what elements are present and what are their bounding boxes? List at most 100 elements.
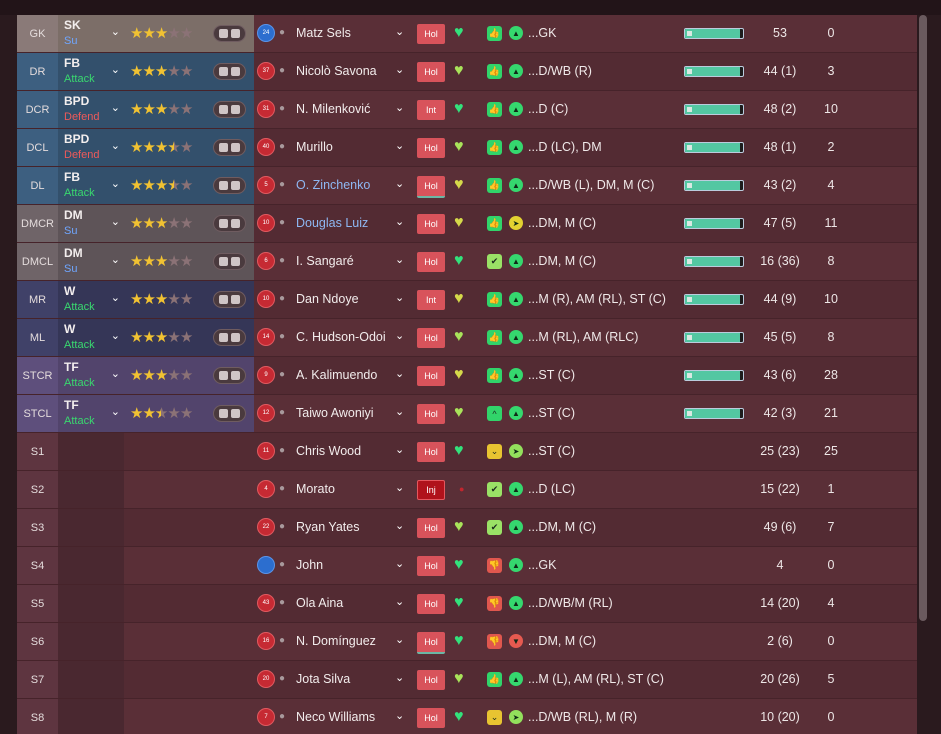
chevron-down-icon[interactable]: ⌄ (111, 367, 120, 380)
chevron-down-icon[interactable]: ⌄ (111, 101, 120, 114)
player-toggle-icon[interactable] (213, 291, 246, 308)
table-row[interactable]: S6 16 ● N. Domínguez ⌄ Hol ♥ 👎 ▼ ...DM, M (C) 2 (6… (17, 623, 917, 661)
player-name[interactable]: Dan Ndoye (296, 292, 359, 306)
status-badge[interactable]: Hol (417, 594, 445, 614)
position-cell[interactable]: S1 (17, 433, 58, 470)
role-cell[interactable] (58, 699, 124, 734)
status-badge[interactable]: Hol (417, 632, 445, 654)
table-row[interactable]: DLFBAttack⌄★★★★★5●O. Zinchenko⌄Hol♥👍▲...… (17, 167, 917, 205)
status-badge[interactable]: Int (417, 290, 445, 310)
position-cell[interactable]: DL (17, 167, 58, 204)
chevron-down-icon[interactable]: ⌄ (395, 709, 404, 722)
table-row[interactable]: S5 43 ● Ola Aina ⌄ Hol ♥ 👎 ▲ ...D/WB/M (RL) 14 (20… (17, 585, 917, 623)
position-cell[interactable]: S8 (17, 699, 58, 734)
chevron-down-icon[interactable]: ⌄ (111, 177, 120, 190)
chevron-down-icon[interactable]: ⌄ (395, 519, 404, 532)
chevron-down-icon[interactable]: ⌄ (395, 101, 404, 114)
role-cell[interactable] (58, 585, 124, 622)
player-name[interactable]: A. Kalimuendo (296, 368, 377, 382)
player-name[interactable]: Jota Silva (296, 672, 350, 686)
player-toggle-icon[interactable] (213, 367, 246, 384)
status-badge[interactable]: Inj (417, 480, 445, 500)
position-cell[interactable]: S3 (17, 509, 58, 546)
position-cell[interactable]: STCL (17, 395, 58, 432)
table-row[interactable]: S1 11 ● Chris Wood ⌄ Hol ♥ ⌄ ➤ ...ST (C) 25 (23) 25 (17, 433, 917, 471)
player-name[interactable]: Morato (296, 482, 335, 496)
chevron-down-icon[interactable]: ⌄ (111, 291, 120, 304)
player-name[interactable]: O. Zinchenko (296, 178, 370, 192)
chevron-down-icon[interactable]: ⌄ (395, 63, 404, 76)
player-name[interactable]: Douglas Luiz (296, 216, 368, 230)
role-cell[interactable]: FB Attack ⌄ (58, 167, 124, 204)
player-name[interactable]: Matz Sels (296, 26, 351, 40)
role-cell[interactable]: DM Su ⌄ (58, 205, 124, 242)
table-row[interactable]: S3 22 ● Ryan Yates ⌄ Hol ♥ ✔ ▲ ...DM, M (C) 49 (6)… (17, 509, 917, 547)
player-name[interactable]: Murillo (296, 140, 333, 154)
chevron-down-icon[interactable]: ⌄ (395, 595, 404, 608)
position-cell[interactable]: S7 (17, 661, 58, 698)
position-cell[interactable]: DMCR (17, 205, 58, 242)
chevron-down-icon[interactable]: ⌄ (395, 405, 404, 418)
player-toggle-icon[interactable] (213, 139, 246, 156)
table-row[interactable]: STCLTFAttack⌄★★★★★12●Taiwo Awoniyi⌄Hol♥^… (17, 395, 917, 433)
position-cell[interactable]: DR (17, 53, 58, 90)
chevron-down-icon[interactable]: ⌄ (395, 557, 404, 570)
player-toggle-icon[interactable] (213, 25, 246, 42)
chevron-down-icon[interactable]: ⌄ (111, 329, 120, 342)
role-cell[interactable]: TF Attack ⌄ (58, 395, 124, 432)
role-cell[interactable]: W Attack ⌄ (58, 281, 124, 318)
role-cell[interactable]: DM Su ⌄ (58, 243, 124, 280)
table-row[interactable]: GK SK Su ⌄ ★★★★★ 24 ● Matz Sels ⌄ Hol ♥ 👍 ▲ ...GK 53 0 (17, 15, 917, 53)
player-name[interactable]: Chris Wood (296, 444, 361, 458)
position-cell[interactable]: S2 (17, 471, 58, 508)
chevron-down-icon[interactable]: ⌄ (395, 215, 404, 228)
chevron-down-icon[interactable]: ⌄ (111, 25, 120, 38)
player-name[interactable]: Nicolò Savona (296, 64, 377, 78)
status-badge[interactable]: Hol (417, 62, 445, 82)
status-badge[interactable]: Hol (417, 670, 445, 690)
status-badge[interactable]: Hol (417, 24, 445, 44)
role-cell[interactable]: TF Attack ⌄ (58, 357, 124, 394)
status-badge[interactable]: Hol (417, 214, 445, 234)
chevron-down-icon[interactable]: ⌄ (395, 443, 404, 456)
status-badge[interactable]: Hol (417, 442, 445, 462)
role-cell[interactable]: FB Attack ⌄ (58, 53, 124, 90)
scrollbar[interactable] (919, 15, 927, 621)
table-row[interactable]: DR FB Attack ⌄ ★★★★★ 37 ● Nicolò Savona ⌄ Hol ♥ 👍 ▲.… (17, 53, 917, 91)
table-row[interactable]: STCR TF Attack ⌄ ★★★★★ 9 ● A. Kalimuendo ⌄ Hol ♥ 👍 ▲… (17, 357, 917, 395)
status-badge[interactable]: Hol (417, 138, 445, 158)
player-name[interactable]: John (296, 558, 323, 572)
position-cell[interactable]: MR (17, 281, 58, 318)
chevron-down-icon[interactable]: ⌄ (111, 139, 120, 152)
player-name[interactable]: Ola Aina (296, 596, 343, 610)
status-badge[interactable]: Hol (417, 328, 445, 348)
status-badge[interactable]: Hol (417, 556, 445, 576)
player-toggle-icon[interactable] (213, 101, 246, 118)
table-row[interactable]: S2 4 ● Morato ⌄ Inj ● ✔ ▲ ...D (LC) 15 (22) 1 (17, 471, 917, 509)
player-name[interactable]: C. Hudson-Odoi (296, 330, 386, 344)
table-row[interactable]: DMCL DM Su ⌄ ★★★★★ 6 ● I. Sangaré ⌄ Hol ♥ ✔ ▲ ...DM, … (17, 243, 917, 281)
status-badge[interactable]: Hol (417, 176, 445, 198)
position-cell[interactable]: GK (17, 15, 58, 52)
table-row[interactable]: DCLBPDDefend⌄★★★★★40●Murillo⌄Hol♥👍▲...D … (17, 129, 917, 167)
position-cell[interactable]: S4 (17, 547, 58, 584)
table-row[interactable]: S4 ● John ⌄ Hol ♥ 👎 ▲ ...GK 4 0 (17, 547, 917, 585)
chevron-down-icon[interactable]: ⌄ (395, 671, 404, 684)
player-toggle-icon[interactable] (213, 253, 246, 270)
role-cell[interactable] (58, 509, 124, 546)
chevron-down-icon[interactable]: ⌄ (395, 329, 404, 342)
chevron-down-icon[interactable]: ⌄ (395, 25, 404, 38)
player-toggle-icon[interactable] (213, 329, 246, 346)
chevron-down-icon[interactable]: ⌄ (395, 481, 404, 494)
player-name[interactable]: Taiwo Awoniyi (296, 406, 374, 420)
position-cell[interactable]: DCL (17, 129, 58, 166)
position-cell[interactable]: S6 (17, 623, 58, 660)
chevron-down-icon[interactable]: ⌄ (395, 139, 404, 152)
role-cell[interactable]: SK Su ⌄ (58, 15, 124, 52)
table-row[interactable]: MR W Attack ⌄ ★★★★★ 10 ● Dan Ndoye ⌄ Int ♥ 👍 ▲ ...M (… (17, 281, 917, 319)
player-name[interactable]: Ryan Yates (296, 520, 359, 534)
role-cell[interactable] (58, 547, 124, 584)
position-cell[interactable]: S5 (17, 585, 58, 622)
chevron-down-icon[interactable]: ⌄ (111, 405, 120, 418)
player-name[interactable]: N. Domínguez (296, 634, 376, 648)
